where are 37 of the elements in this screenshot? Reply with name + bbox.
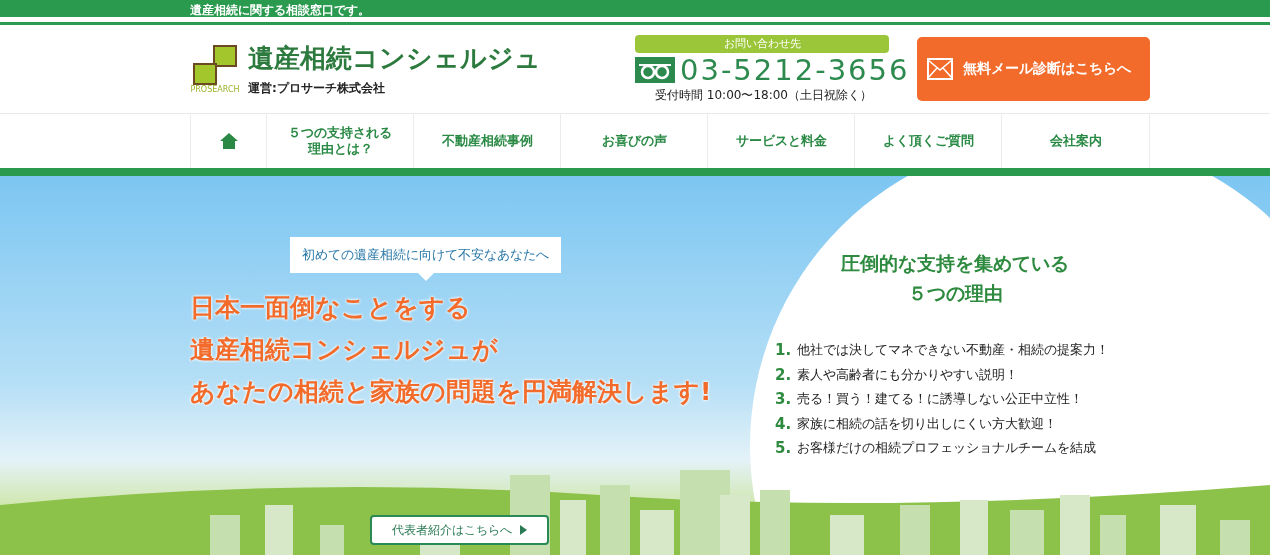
speech-bubble: 初めての遺産相続に向けて不安なあなたへ bbox=[290, 237, 561, 273]
reason-text: 家族に相続の話を切り出しにくい方大歓迎！ bbox=[797, 414, 1058, 433]
reason-number: 5. bbox=[775, 439, 792, 458]
reason-number: 3. bbox=[775, 390, 792, 409]
business-hours: 受付時間 10:00〜18:00（土日祝除く） bbox=[655, 86, 872, 104]
reason-text: 他社では決してマネできない不動産・相続の提案力！ bbox=[797, 341, 1110, 360]
home-icon bbox=[218, 132, 239, 150]
reason-text: 売る！買う！建てる！に誘導しない公正中立性！ bbox=[797, 390, 1084, 409]
representative-button[interactable]: 代表者紹介はこちらへ bbox=[370, 515, 549, 545]
nav-item[interactable]: サービスと料金 bbox=[707, 114, 854, 168]
nav-item[interactable]: ５つの支持される理由とは？ bbox=[266, 114, 413, 168]
headline-text: あなたの相続と家族の問題を円満解決します! bbox=[190, 376, 712, 408]
bubble-tail-icon bbox=[417, 273, 434, 281]
contact-label: お問い合わせ先 bbox=[635, 34, 889, 53]
headline-text: 遺産相続コンシェルジュが bbox=[190, 334, 499, 366]
nav-item[interactable]: 不動産相続事例 bbox=[413, 114, 560, 168]
reasons-title: 圧倒的な支持を集めている bbox=[841, 251, 1069, 276]
tagline: 遺産相続に関する相談窓口です。 bbox=[190, 2, 370, 19]
nav-item[interactable]: 会社案内 bbox=[1001, 114, 1150, 168]
reasons-title: ５つの理由 bbox=[907, 281, 1003, 306]
reason-number: 1. bbox=[775, 341, 792, 360]
nav-item[interactable]: よく頂くご質問 bbox=[854, 114, 1001, 168]
reason-text: お客様だけの相続プロフェッショナルチームを結成 bbox=[797, 439, 1097, 458]
logo-mark-icon bbox=[192, 44, 238, 85]
reason-number: 2. bbox=[775, 365, 792, 384]
headline-text: 日本一面倒なことをする bbox=[190, 292, 472, 324]
operator-text: 運営:プロサーチ株式会社 bbox=[248, 80, 386, 97]
site-title: 遺産相続コンシェルジュ bbox=[248, 42, 541, 75]
free-dial-icon bbox=[635, 56, 675, 83]
nav-item[interactable]: お喜びの声 bbox=[560, 114, 707, 168]
phone-number[interactable]: 03-5212-3656 bbox=[680, 52, 910, 87]
logo-wordmark: PROSEARCH bbox=[190, 84, 240, 94]
triangle-icon bbox=[520, 525, 527, 535]
mail-diagnosis-button[interactable]: 無料メール診断はこちらへ bbox=[917, 37, 1150, 101]
reason-number: 4. bbox=[775, 414, 792, 433]
reason-text: 素人や高齢者にも分かりやすい説明！ bbox=[797, 365, 1019, 384]
mail-icon bbox=[927, 58, 953, 80]
